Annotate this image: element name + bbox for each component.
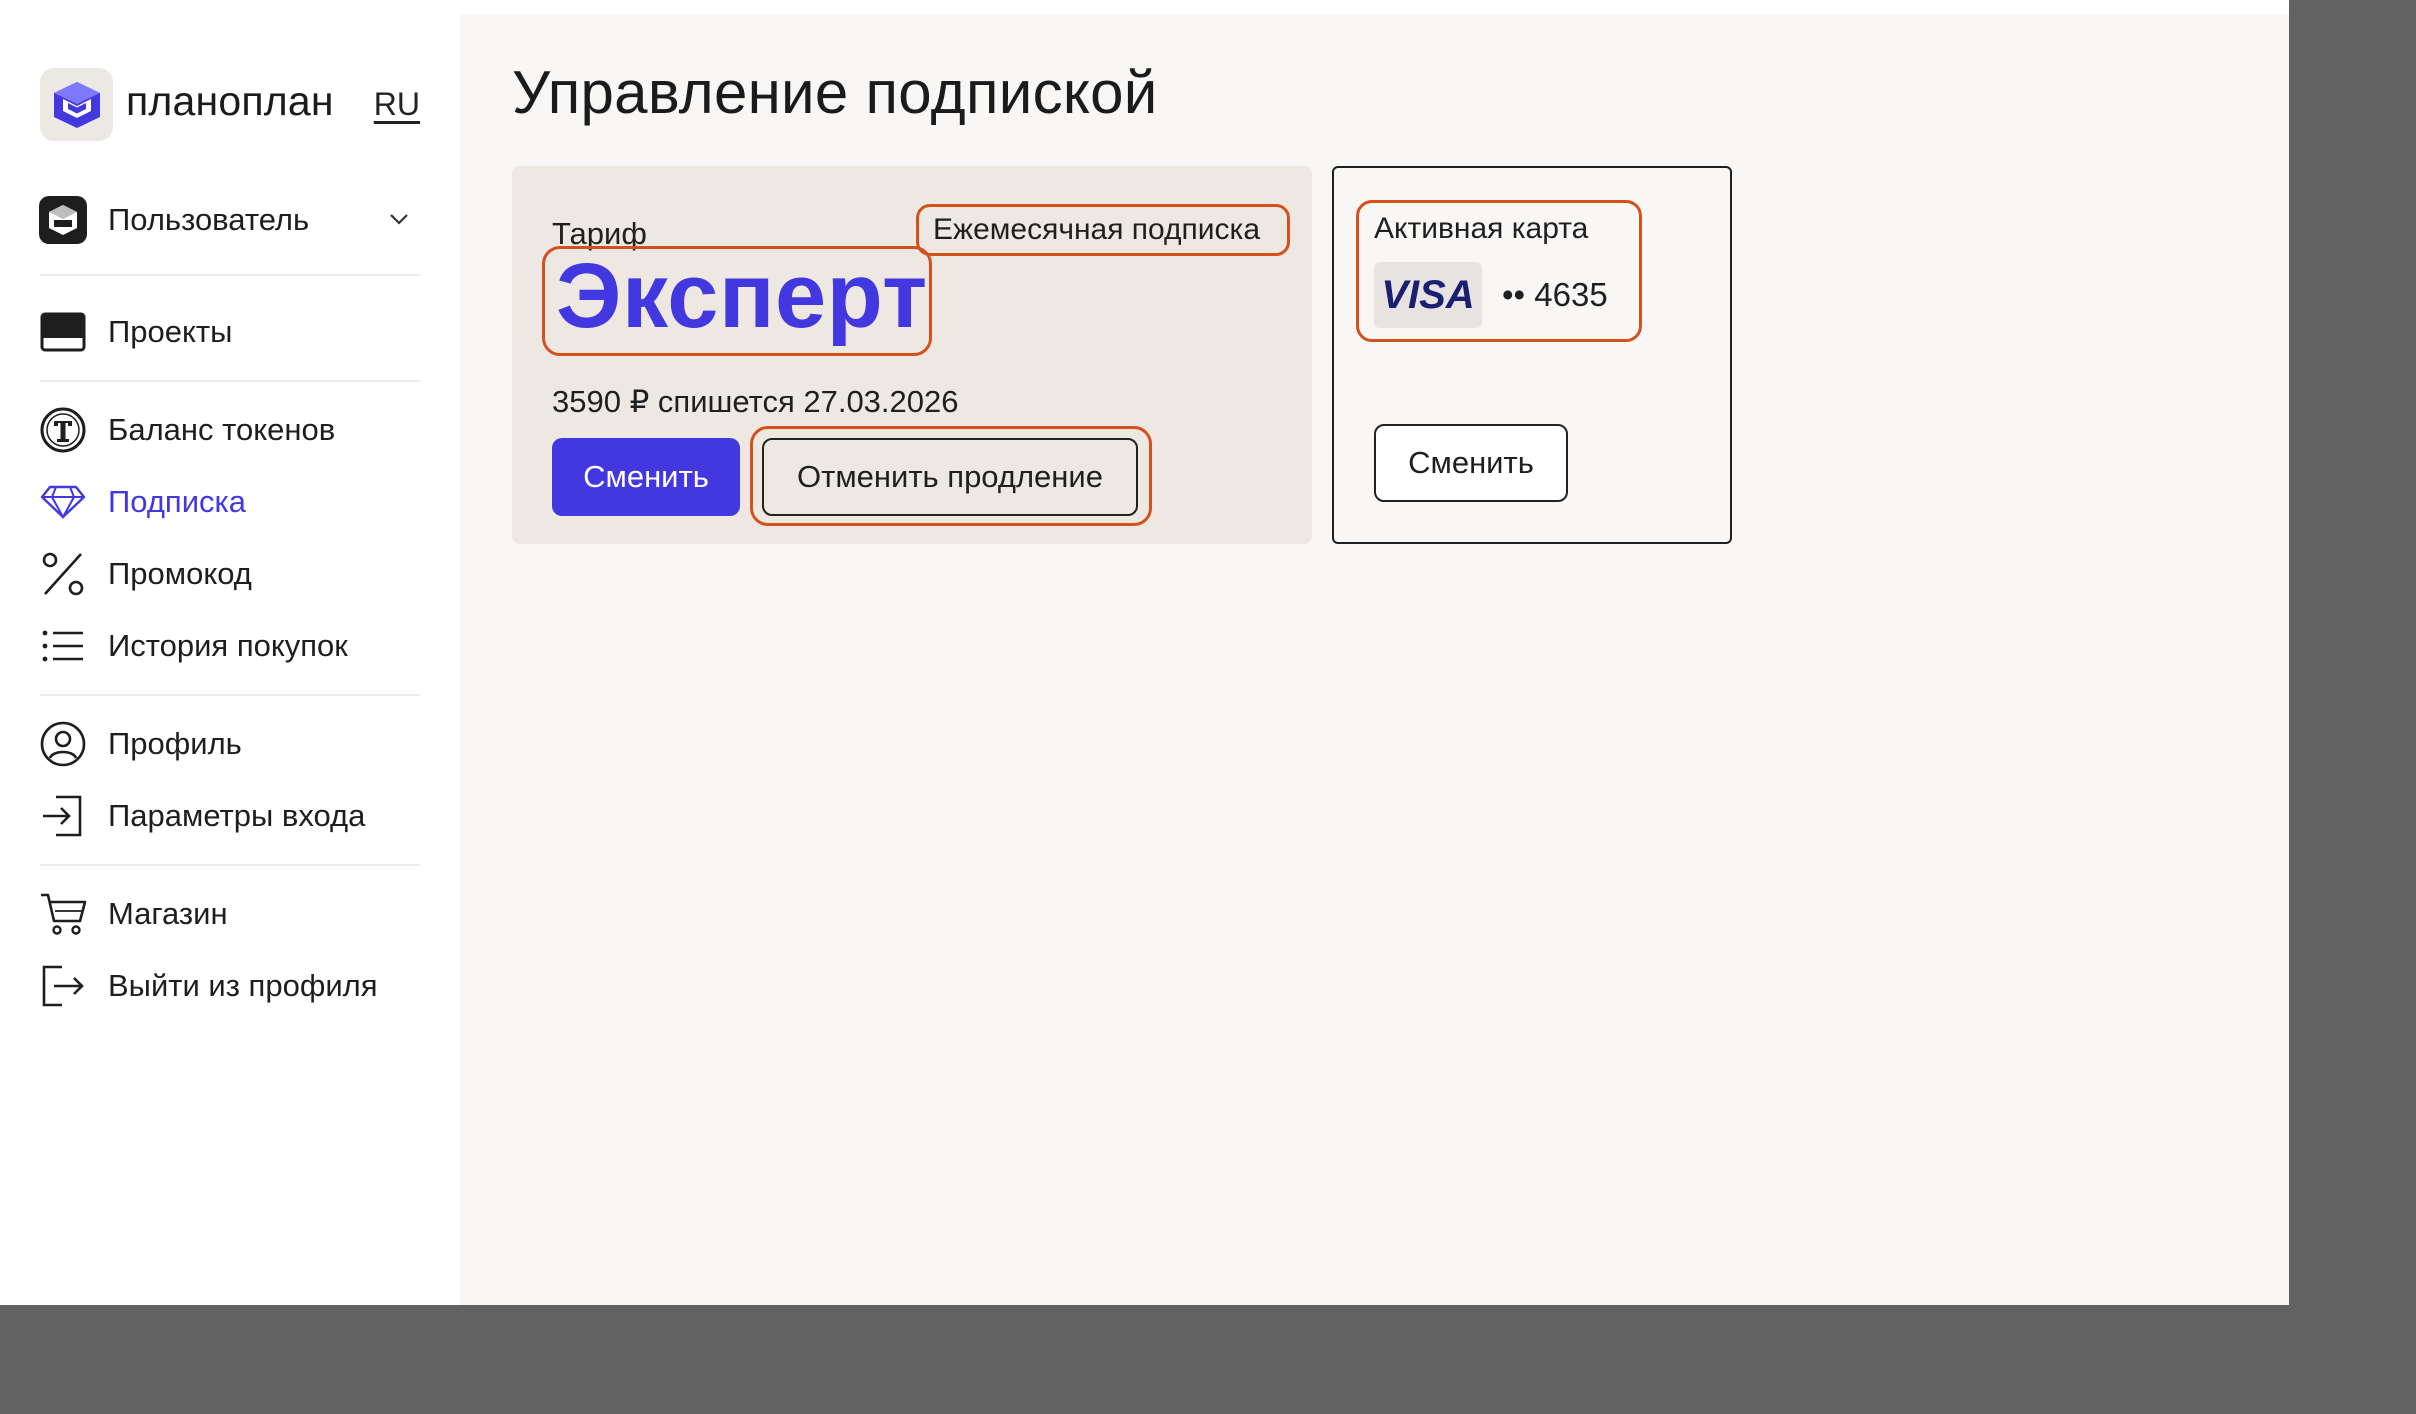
projects-icon [38,307,88,357]
sidebar-item-subscription[interactable]: Подписка [38,474,422,530]
sidebar-item-label: Параметры входа [108,798,366,833]
sidebar-item-label: Выйти из профиля [108,968,378,1003]
sign-in-icon [38,791,88,841]
sidebar-item-label: Профиль [108,726,242,761]
cancel-renewal-button[interactable]: Отменить продление [762,438,1138,516]
sidebar-divider [40,274,420,276]
chevron-down-icon[interactable] [386,206,412,237]
plan-card: Тариф Ежемесячная подписка Эксперт 3590 … [512,166,1312,544]
sidebar-item-tokens[interactable]: Баланс токенов [38,402,422,458]
sidebar-item-label: Проекты [108,314,233,349]
token-icon [38,405,88,455]
sidebar-item-profile[interactable]: Профиль [38,716,422,772]
cart-icon [38,889,88,939]
active-card-title: Активная карта [1374,212,1589,245]
sidebar-item-label: Подписка [108,484,247,519]
sidebar-item-login-settings[interactable]: Параметры входа [38,788,422,844]
user-menu[interactable]: Пользователь [38,192,422,248]
card-number: •• 4635 [1502,276,1608,313]
sidebar-item-promo[interactable]: Промокод [38,546,422,602]
subscription-period-badge: Ежемесячная подписка [916,204,1290,256]
svg-text:VISA: VISA [1381,275,1474,315]
user-avatar-icon [38,195,88,245]
next-charge-text: 3590 ₽ спишется 27.03.2026 [552,384,959,419]
app-window: планоплан RU Пользователь Проекты Баланс… [0,0,2289,1305]
user-menu-label: Пользователь [108,202,310,237]
sidebar-divider [40,380,420,382]
brand-name: планоплан [126,78,334,124]
main-content: Управление подпиской Тариф Ежемесячная п… [460,14,2289,1305]
sidebar-item-shop[interactable]: Магазин [38,886,422,942]
sidebar-divider [40,864,420,866]
change-plan-button[interactable]: Сменить [552,438,740,516]
sign-out-icon [38,961,88,1011]
sidebar-item-logout[interactable]: Выйти из профиля [38,958,422,1014]
sidebar-item-label: История покупок [108,628,348,663]
sidebar-divider [40,694,420,696]
page-title: Управление подпиской [512,59,1158,126]
list-icon [38,621,88,671]
diamond-icon [38,477,88,527]
sidebar-item-label: Баланс токенов [108,412,336,447]
brand: планоплан RU [40,68,420,142]
sidebar-item-label: Магазин [108,896,228,931]
sidebar-item-history[interactable]: История покупок [38,618,422,674]
visa-logo-icon: VISA [1374,262,1482,328]
plan-name: Эксперт [556,245,928,347]
user-circle-icon [38,719,88,769]
percent-icon [38,549,88,599]
sidebar-item-label: Промокод [108,556,252,591]
sidebar-item-projects[interactable]: Проекты [38,304,422,360]
language-switch[interactable]: RU [374,86,420,123]
sidebar: планоплан RU Пользователь Проекты Баланс… [0,0,460,1305]
change-card-button[interactable]: Сменить [1374,424,1568,502]
payment-card-panel: Активная карта VISA •• 4635 Сменить [1332,166,1732,544]
planoplan-logo-icon[interactable] [40,68,113,141]
